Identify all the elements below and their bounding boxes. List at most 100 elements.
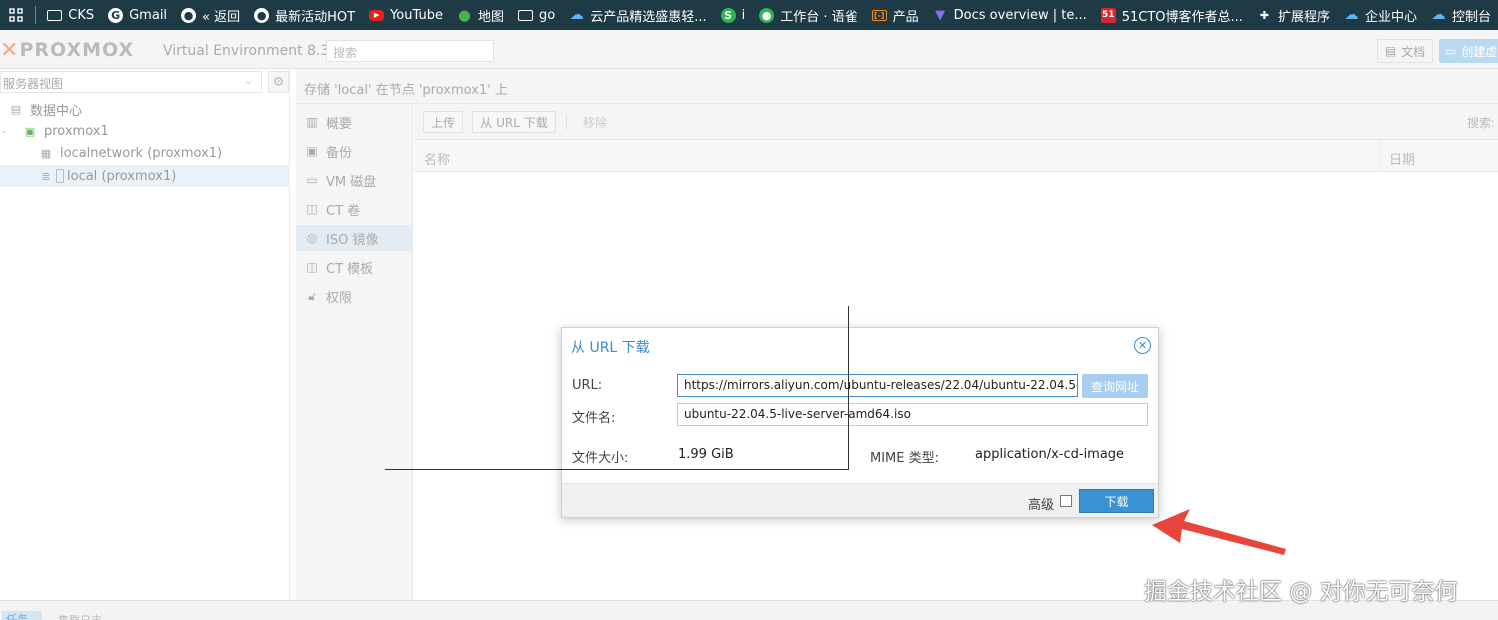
watermark: 掘金技术社区 @ 对你无可奈何 — [1144, 579, 1458, 605]
bookmark-yuque[interactable]: ● 工作台 · 语雀 — [752, 0, 864, 30]
download-button[interactable]: 下载 — [1079, 489, 1154, 513]
template-icon: ◫ — [306, 260, 318, 274]
bookmark-separator — [35, 6, 37, 24]
nav-item-iso-images[interactable]: ◎ ISO 镜像 — [296, 225, 413, 251]
bookmark-cks[interactable]: CKS — [40, 0, 101, 30]
tree-item-node[interactable]: ⌄ ▣ proxmox1 — [0, 120, 290, 142]
folder-icon — [47, 9, 63, 21]
version-label: Virtual Environment 8.3.0 — [163, 43, 343, 59]
page-title: 存储 'local' 在节点 'proxmox1' 上 — [296, 69, 1498, 104]
book-icon: ▤ — [1384, 44, 1397, 58]
remove-button[interactable]: 移除 — [583, 114, 607, 131]
bookmark-gmail[interactable]: G Gmail — [101, 0, 174, 30]
search-input[interactable]: 搜索 — [326, 40, 494, 62]
bookmark-console[interactable]: ☁ 控制台 — [1424, 0, 1498, 30]
bookmark-enterprise[interactable]: ☁ 企业中心 — [1337, 0, 1424, 30]
storage-box-icon — [56, 169, 64, 183]
server-stack-icon: ▤ — [10, 102, 22, 116]
bookmark-docs[interactable]: ▼ Docs overview | te... — [926, 0, 1094, 30]
advanced-label: 高级 — [1028, 498, 1055, 513]
docs-button[interactable]: ▤ 文档 — [1377, 39, 1433, 63]
gear-icon[interactable]: ⚙ — [268, 71, 289, 93]
bookmark-extensions[interactable]: ✚ 扩展程序 — [1250, 0, 1337, 30]
unlock-icon: 🔓︎ — [308, 288, 316, 303]
bookmark-maps[interactable]: ⬤ 地图 — [450, 0, 511, 30]
tree-item-localnetwork[interactable]: ▦ localnetwork (proxmox1) — [0, 142, 290, 164]
triangle-icon: ▼ — [935, 7, 946, 23]
dialog-title: 从 URL 下载 — [571, 340, 650, 356]
hdd-icon: ▭ — [306, 173, 318, 187]
cloud-icon: ☁ — [1431, 7, 1446, 23]
nav-item-backup[interactable]: ▣ 备份 — [296, 138, 413, 164]
bookmark-youtube[interactable]: ▶ YouTube — [362, 0, 450, 30]
bookmark-products[interactable]: [-] 产品 — [865, 0, 926, 30]
cloud-icon: ☁ — [569, 7, 584, 23]
container-icon: ◫ — [306, 202, 318, 216]
bookmark-back[interactable]: ● « 返回 — [174, 0, 247, 30]
proxmox-logo: ✕ PROXMOX — [0, 37, 135, 63]
tab-tasks[interactable]: 任务 — [2, 611, 42, 620]
nav-item-vm-disks[interactable]: ▭ VM 磁盘 — [296, 167, 413, 193]
apps-grid-icon[interactable] — [0, 0, 31, 30]
network-grid-icon: ▦ — [40, 146, 52, 160]
disc-icon: ◎ — [306, 231, 318, 245]
globe-icon: ● — [254, 7, 270, 23]
annotation-line — [385, 469, 849, 470]
close-icon[interactable]: ✕ — [1134, 337, 1151, 354]
annotation-line — [848, 306, 849, 469]
google-icon: G — [108, 7, 124, 23]
green-circle-icon: ● — [759, 7, 775, 23]
download-url-dialog: 从 URL 下载 ✕ URL: https://mirrors.aliyun.c… — [561, 327, 1159, 518]
column-header-date[interactable]: 日期 — [1380, 140, 1498, 172]
query-url-button[interactable]: 查询网址 — [1082, 374, 1148, 398]
folder-icon — [517, 9, 533, 21]
book-icon: ▥ — [306, 115, 318, 129]
tree-item-datacenter[interactable]: ▤ 数据中心 — [0, 98, 290, 120]
monitor-icon: ▭ — [1445, 44, 1457, 58]
nav-item-summary[interactable]: ▥ 概要 — [296, 109, 413, 135]
url-label: URL: — [572, 378, 603, 393]
bookmark-i[interactable]: Si — [714, 0, 753, 30]
bookmarks-bar: CKS G Gmail ● « 返回 ● 最新活动HOT ▶ YouTube ⬤ 地图 g… — [0, 0, 1498, 30]
node-online-icon: ▣ — [24, 124, 36, 138]
filename-label: 文件名: — [572, 411, 616, 426]
mime-type-value: application/x-cd-image — [975, 447, 1125, 462]
advanced-checkbox[interactable] — [1060, 495, 1072, 507]
filename-input[interactable]: ubuntu-22.04.5-live-server-amd64.iso — [677, 403, 1148, 426]
url-input[interactable]: https://mirrors.aliyun.com/ubuntu-releas… — [677, 374, 1078, 397]
51cto-icon: 51 — [1100, 7, 1116, 23]
storage-nav: ▥ 概要 ▣ 备份 ▭ VM 磁盘 ◫ CT 卷 ◎ ISO 镜像 ◫ CT 模板 🔓︎ 权限 — [296, 104, 413, 600]
tab-cluster-log[interactable]: 集群日志 — [58, 612, 102, 620]
nav-item-permissions[interactable]: 🔓︎ 权限 — [296, 283, 413, 309]
chevron-down-icon: ⌄ — [243, 74, 253, 87]
view-select[interactable]: 服务器视图 ⌄ — [0, 71, 262, 93]
floppy-icon: ▣ — [306, 144, 318, 158]
column-header-name[interactable]: 名称 — [424, 149, 450, 168]
dialog-footer: 高级 下载 — [562, 483, 1158, 517]
create-vm-button[interactable]: ▭ 创建虚 — [1439, 39, 1498, 63]
nav-item-ct-volumes[interactable]: ◫ CT 卷 — [296, 196, 413, 222]
mime-type-label: MIME 类型: — [870, 451, 939, 466]
resource-tree: 服务器视图 ⌄ ⚙ ▤ 数据中心 ⌄ ▣ proxmox1 ▦ localnetwork … — [0, 69, 290, 600]
annotation-arrow-icon — [1152, 509, 1286, 555]
youtube-icon: ▶ — [369, 9, 385, 21]
green-circle-icon: S — [720, 7, 736, 23]
toolbar: 上传 从 URL 下载 移除 搜索: — [414, 104, 1498, 140]
bookmark-go[interactable]: go — [511, 0, 562, 30]
upload-button[interactable]: 上传 — [423, 111, 463, 133]
search-label: 搜索: — [1467, 116, 1496, 130]
cloud-icon: ☁ — [1344, 7, 1359, 23]
bookmark-cloud-products[interactable]: ☁ 云产品精选盛惠轻... — [562, 0, 713, 30]
nav-item-ct-templates[interactable]: ◫ CT 模板 — [296, 254, 413, 280]
app-header: ✕ PROXMOX Virtual Environment 8.3.0 搜索 ▤ 文… — [0, 30, 1498, 69]
file-size-label: 文件大小: — [572, 451, 629, 466]
download-url-button[interactable]: 从 URL 下载 — [472, 111, 556, 133]
grid-header: 名称 日期 — [414, 140, 1498, 172]
toolbar-separator — [566, 114, 567, 130]
bookmark-51cto[interactable]: 51 51CTO博客作者总... — [1094, 0, 1250, 30]
puzzle-icon: ✚ — [1259, 8, 1270, 22]
bookmark-hot[interactable]: ● 最新活动HOT — [247, 0, 362, 30]
file-size-value: 1.99 GiB — [678, 447, 734, 462]
tree-item-local-storage[interactable]: ≣ local (proxmox1) — [0, 165, 290, 187]
database-icon: ≣ — [41, 169, 51, 183]
